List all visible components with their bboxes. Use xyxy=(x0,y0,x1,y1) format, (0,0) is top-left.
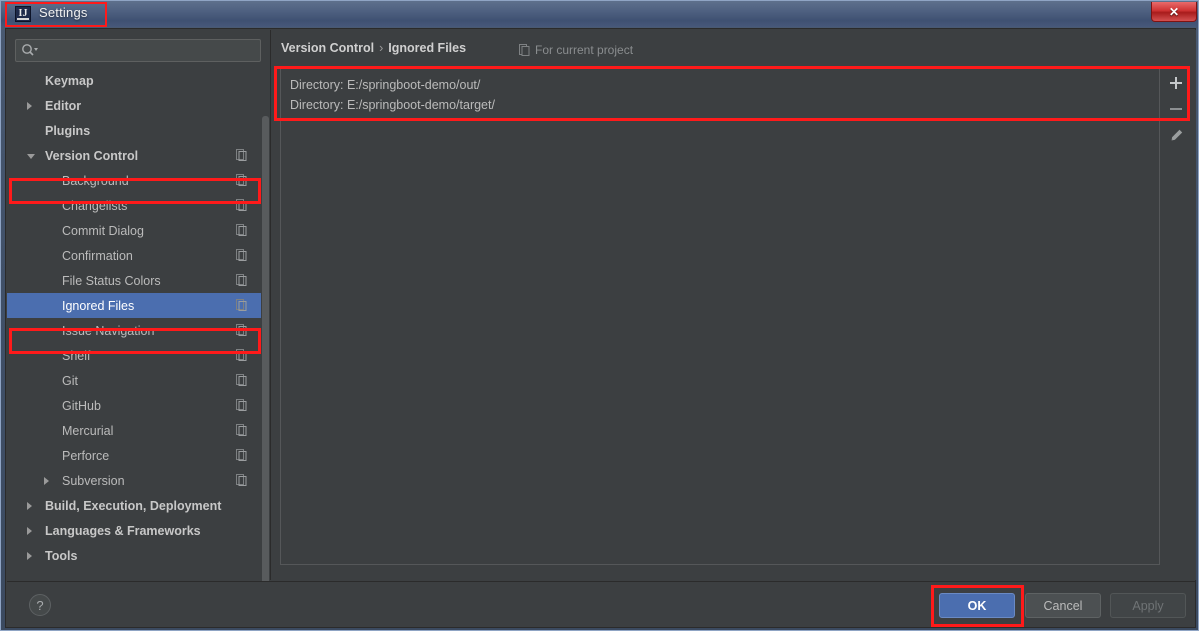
chevron-right-icon[interactable] xyxy=(27,102,32,110)
plus-icon xyxy=(1170,77,1182,89)
copy-settings-icon[interactable] xyxy=(236,449,247,461)
sidebar-item-label: Keymap xyxy=(45,73,94,88)
sidebar-item-label: Languages & Frameworks xyxy=(45,523,201,538)
sidebar-item-git[interactable]: Git xyxy=(7,368,263,393)
copy-settings-icon[interactable] xyxy=(236,149,247,161)
list-item[interactable]: Directory: E:/springboot-demo/out/ xyxy=(281,75,1159,95)
copy-settings-icon[interactable] xyxy=(236,374,247,386)
sidebar-item-tools[interactable]: Tools xyxy=(7,543,263,568)
apply-button: Apply xyxy=(1110,593,1186,618)
sidebar-item-label: Plugins xyxy=(45,123,91,138)
help-button[interactable]: ? xyxy=(29,594,51,616)
copy-settings-icon[interactable] xyxy=(236,174,247,186)
sidebar-item-label: Build, Execution, Deployment xyxy=(45,498,222,513)
sidebar-item-label: GitHub xyxy=(62,398,101,413)
intellij-idea-icon: IJ xyxy=(15,6,31,22)
sidebar-item-label: Perforce xyxy=(62,448,110,463)
copy-settings-icon[interactable] xyxy=(236,474,247,486)
dialog-footer: ? OK Cancel Apply xyxy=(7,581,1195,627)
settings-dialog: Keymap Editor Plugins Version Control Backgr… xyxy=(5,28,1196,628)
sidebar-item-keymap[interactable]: Keymap xyxy=(7,68,263,93)
sidebar-item-label: Background xyxy=(62,173,129,188)
sidebar-item-confirmation[interactable]: Confirmation xyxy=(7,243,263,268)
remove-button[interactable] xyxy=(1164,97,1188,121)
ok-button[interactable]: OK xyxy=(939,593,1015,618)
sidebar-item-label: Editor xyxy=(45,98,82,113)
sidebar-item-file-status-colors[interactable]: File Status Colors xyxy=(7,268,263,293)
breadcrumb-parent[interactable]: Version Control xyxy=(281,41,374,55)
chevron-right-icon[interactable] xyxy=(44,477,49,485)
settings-tree: Keymap Editor Plugins Version Control Backgr… xyxy=(7,68,263,580)
breadcrumb: Version Control › Ignored Files xyxy=(281,41,466,55)
sidebar-item-label: Confirmation xyxy=(62,248,133,263)
copy-settings-icon[interactable] xyxy=(236,324,247,336)
chevron-right-icon[interactable] xyxy=(27,502,32,510)
sidebar-item-mercurial[interactable]: Mercurial xyxy=(7,418,263,443)
scope-note-label: For current project xyxy=(535,43,634,57)
sidebar-item-label: Issue Navigation xyxy=(62,323,155,338)
settings-window: IJ Settings ✕ Keymap Editor Plugins Version… xyxy=(0,0,1199,631)
copy-settings-icon[interactable] xyxy=(236,224,247,236)
copy-settings-icon[interactable] xyxy=(236,399,247,411)
list-item[interactable]: Directory: E:/springboot-demo/target/ xyxy=(281,95,1159,115)
sidebar-item-languages-frameworks[interactable]: Languages & Frameworks xyxy=(7,518,263,543)
sidebar-scrollbar[interactable] xyxy=(261,68,270,584)
settings-content: Version Control › Ignored Files For curren… xyxy=(272,30,1196,580)
list-toolbar xyxy=(1164,68,1188,565)
window-title: Settings xyxy=(39,5,88,20)
sidebar-item-background[interactable]: Background xyxy=(7,168,263,193)
sidebar-item-label: Tools xyxy=(45,548,78,563)
chevron-right-icon[interactable] xyxy=(27,552,32,560)
sidebar-item-changelists[interactable]: Changelists xyxy=(7,193,263,218)
sidebar-item-label: Changelists xyxy=(62,198,128,213)
chevron-down-icon[interactable] xyxy=(27,154,35,159)
edit-button[interactable] xyxy=(1164,123,1188,147)
minus-icon xyxy=(1170,108,1182,110)
add-button[interactable] xyxy=(1164,71,1188,95)
sidebar-item-version-control[interactable]: Version Control xyxy=(7,143,263,168)
close-icon[interactable]: ✕ xyxy=(1151,2,1197,22)
sidebar-item-label: File Status Colors xyxy=(62,273,161,288)
sidebar-item-shelf[interactable]: Shelf xyxy=(7,343,263,368)
copy-settings-icon[interactable] xyxy=(236,424,247,436)
sidebar-item-label: Version Control xyxy=(45,148,139,163)
sidebar-item-perforce[interactable]: Perforce xyxy=(7,443,263,468)
sidebar-item-label: Mercurial xyxy=(62,423,114,438)
sidebar-scrollbar-thumb[interactable] xyxy=(262,116,269,584)
sidebar-item-subversion[interactable]: Subversion xyxy=(7,468,263,493)
sidebar-item-ignored-files[interactable]: Ignored Files xyxy=(7,293,263,318)
settings-sidebar: Keymap Editor Plugins Version Control Backgr… xyxy=(7,30,271,584)
sidebar-item-label: Shelf xyxy=(62,348,91,363)
title-bar: IJ Settings ✕ xyxy=(1,1,1198,27)
sidebar-item-github[interactable]: GitHub xyxy=(7,393,263,418)
pencil-icon xyxy=(1171,129,1182,140)
sidebar-item-plugins[interactable]: Plugins xyxy=(7,118,263,143)
cancel-button[interactable]: Cancel xyxy=(1025,593,1101,618)
sidebar-item-commit-dialog[interactable]: Commit Dialog xyxy=(7,218,263,243)
project-scope-icon xyxy=(519,44,530,56)
sidebar-item-issue-navigation[interactable]: Issue Navigation xyxy=(7,318,263,343)
scope-note: For current project xyxy=(519,43,633,57)
copy-settings-icon[interactable] xyxy=(236,274,247,286)
sidebar-item-build-execution-deployment[interactable]: Build, Execution, Deployment xyxy=(7,493,263,518)
sidebar-item-label: Commit Dialog xyxy=(62,223,144,238)
copy-settings-icon[interactable] xyxy=(236,299,247,311)
sidebar-item-label: Ignored Files xyxy=(62,298,135,313)
copy-settings-icon[interactable] xyxy=(236,199,247,211)
ignored-files-list[interactable]: Directory: E:/springboot-demo/out/Direct… xyxy=(280,68,1160,565)
sidebar-item-label: Git xyxy=(62,373,78,388)
search-input[interactable] xyxy=(15,39,261,62)
chevron-right-icon[interactable] xyxy=(27,527,32,535)
search-box[interactable] xyxy=(15,39,261,62)
copy-settings-icon[interactable] xyxy=(236,349,247,361)
copy-settings-icon[interactable] xyxy=(236,249,247,261)
breadcrumb-current: Ignored Files xyxy=(388,41,467,55)
sidebar-item-editor[interactable]: Editor xyxy=(7,93,263,118)
sidebar-item-label: Subversion xyxy=(62,473,125,488)
breadcrumb-separator-icon: › xyxy=(379,41,384,55)
